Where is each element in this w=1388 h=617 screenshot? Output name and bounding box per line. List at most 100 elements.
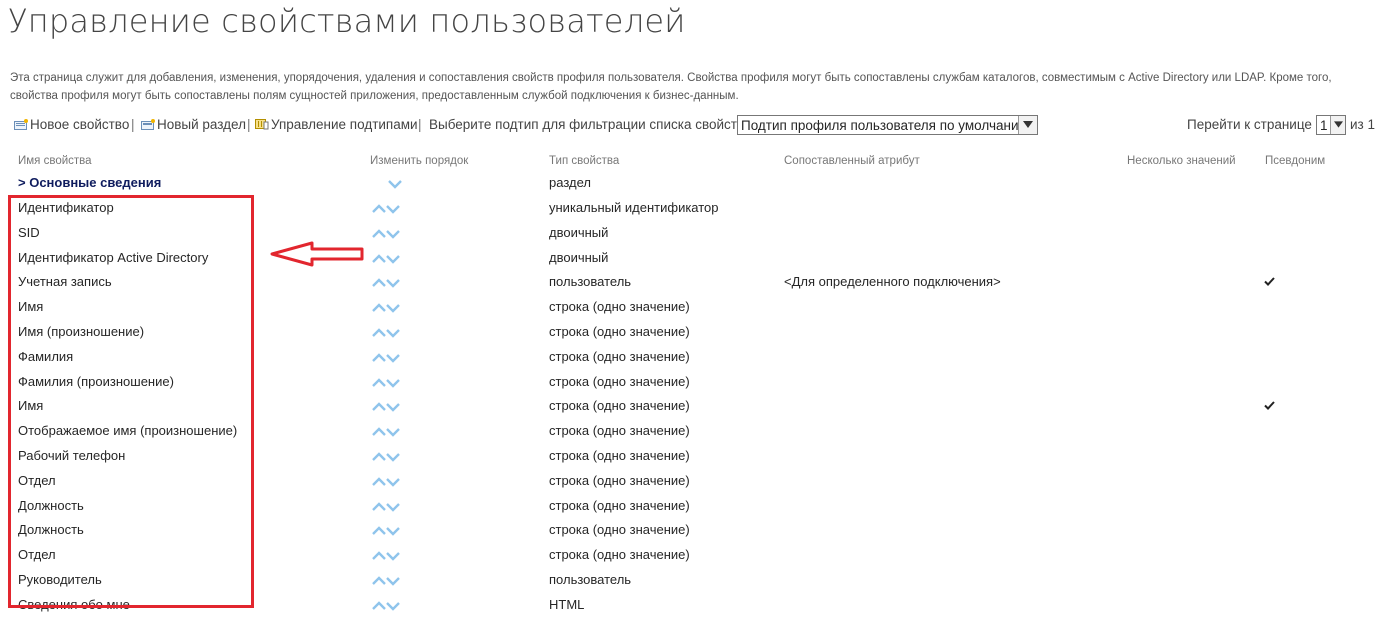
property-name-link[interactable]: Имя (произношение) (18, 324, 144, 339)
toolbar-separator: | (418, 117, 422, 132)
property-type: строка (одно значение) (549, 473, 690, 488)
arrow-down-icon[interactable] (386, 204, 400, 214)
arrow-down-icon[interactable] (386, 303, 400, 313)
new-section-button[interactable]: Новый раздел (141, 117, 246, 132)
property-name-link[interactable]: Отображаемое имя (произношение) (18, 423, 237, 438)
arrow-up-icon[interactable] (372, 526, 386, 536)
property-name-link[interactable]: Должность (18, 498, 84, 513)
order-controls (372, 229, 402, 241)
arrow-down-icon[interactable] (386, 526, 400, 536)
arrow-down-icon[interactable] (386, 229, 400, 239)
table-row: Фамилия (произношение) строка (одно значе… (0, 370, 1388, 394)
goto-page-label: Перейти к странице (1187, 117, 1312, 132)
column-header-name: Имя свойства (18, 155, 92, 167)
arrow-down-icon[interactable] (386, 551, 400, 561)
arrow-up-icon[interactable] (372, 477, 386, 487)
column-header-mapped: Сопоставленный атрибут (784, 155, 920, 167)
manage-subtypes-button[interactable]: Управление подтипами (255, 117, 418, 132)
property-type: строка (одно значение) (549, 374, 690, 389)
arrow-down-icon[interactable] (386, 353, 400, 363)
arrow-down-icon[interactable] (386, 328, 400, 338)
column-header-type: Тип свойства (549, 155, 620, 167)
arrow-up-icon[interactable] (372, 576, 386, 586)
arrow-up-icon[interactable] (372, 452, 386, 462)
toolbar-separator: | (131, 117, 135, 132)
property-name-link[interactable]: Идентификатор (18, 200, 114, 215)
property-type: уникальный идентификатор (549, 200, 719, 215)
arrow-up-icon[interactable] (372, 353, 386, 363)
arrow-up-icon[interactable] (372, 254, 386, 264)
table-row: Фамилия строка (одно значение) (0, 345, 1388, 369)
arrow-up-icon[interactable] (372, 328, 386, 338)
property-name-link[interactable]: Имя (18, 398, 43, 413)
arrow-up-icon[interactable] (372, 278, 386, 288)
property-name-link[interactable]: Сведения обо мне (18, 597, 130, 612)
arrow-up-icon[interactable] (372, 204, 386, 214)
arrow-up-icon[interactable] (372, 378, 386, 388)
table-row: Должность строка (одно значение) (0, 494, 1388, 518)
table-row: Учетная запись пользователь <Для определен… (0, 270, 1388, 294)
property-type: строка (одно значение) (549, 398, 690, 413)
arrow-down-icon[interactable] (386, 502, 400, 512)
arrow-down-icon[interactable] (386, 427, 400, 437)
dropdown-arrow-icon[interactable] (1330, 116, 1345, 134)
property-name-link[interactable]: Руководитель (18, 572, 102, 587)
order-controls (372, 353, 402, 365)
toolbar: Новое свойство | Новый раздел | Управлен… (14, 115, 1380, 137)
arrow-down-icon[interactable] (386, 378, 400, 388)
property-name-link[interactable]: Фамилия (18, 349, 73, 364)
property-type: строка (одно значение) (549, 324, 690, 339)
arrow-down-icon[interactable] (386, 278, 400, 288)
property-name-link[interactable]: Учетная запись (18, 274, 112, 289)
arrow-up-icon[interactable] (372, 303, 386, 313)
arrow-down-icon[interactable] (386, 452, 400, 462)
property-type: строка (одно значение) (549, 448, 690, 463)
property-name-link[interactable]: SID (18, 225, 40, 240)
table-row: Имя строка (одно значение) (0, 295, 1388, 319)
property-name-link[interactable]: Идентификатор Active Directory (18, 250, 208, 265)
column-header-order: Изменить порядок (370, 155, 469, 167)
page-select[interactable]: 1 (1316, 115, 1346, 135)
new-property-button[interactable]: Новое свойство (14, 117, 129, 132)
table-row: Отдел строка (одно значение) (0, 469, 1388, 493)
subtype-filter-value: Подтип профиля пользователя по умолчанию (741, 118, 1029, 133)
table-row: Руководитель пользователь (0, 568, 1388, 592)
property-name-link[interactable]: Рабочий телефон (18, 448, 125, 463)
page-description: Эта страница служит для добавления, изме… (10, 72, 1332, 102)
arrow-up-icon[interactable] (372, 402, 386, 412)
order-controls (372, 601, 402, 613)
arrow-down-icon[interactable] (386, 576, 400, 586)
subtype-filter-select[interactable]: Подтип профиля пользователя по умолчанию (737, 115, 1038, 135)
arrow-up-icon[interactable] (372, 601, 386, 611)
table-row: SID двоичный (0, 221, 1388, 245)
property-name-link[interactable]: Отдел (18, 547, 56, 562)
arrow-down-icon[interactable] (386, 402, 400, 412)
property-name-link[interactable]: Отдел (18, 473, 56, 488)
arrow-down-icon[interactable] (386, 601, 400, 611)
property-name-link[interactable]: Должность (18, 522, 84, 537)
arrow-down-icon[interactable] (388, 179, 402, 189)
property-name-link[interactable]: Фамилия (произношение) (18, 374, 174, 389)
manage-subtypes-label: Управление подтипами (271, 117, 418, 132)
arrow-up-icon[interactable] (372, 427, 386, 437)
table-row: Отдел строка (одно значение) (0, 543, 1388, 567)
section-label[interactable]: > Основные сведения (18, 175, 161, 190)
order-controls (372, 477, 402, 489)
arrow-up-icon[interactable] (372, 502, 386, 512)
dropdown-arrow-icon[interactable] (1018, 116, 1037, 134)
property-type: двоичный (549, 225, 609, 240)
arrow-down-icon[interactable] (386, 477, 400, 487)
subtype-filter-label: Выберите подтип для фильтрации списка св… (429, 117, 748, 132)
section-row: > Основные сведения раздел (0, 171, 1388, 195)
property-type: строка (одно значение) (549, 423, 690, 438)
property-name-link[interactable]: Имя (18, 299, 43, 314)
order-controls (372, 551, 402, 563)
new-item-icon (14, 119, 28, 130)
arrow-down-icon[interactable] (386, 254, 400, 264)
order-controls (372, 378, 402, 390)
arrow-up-icon[interactable] (372, 551, 386, 561)
table-row: Рабочий телефон строка (одно значение) (0, 444, 1388, 468)
new-section-label: Новый раздел (157, 117, 246, 132)
arrow-up-icon[interactable] (372, 229, 386, 239)
order-controls (372, 452, 402, 464)
